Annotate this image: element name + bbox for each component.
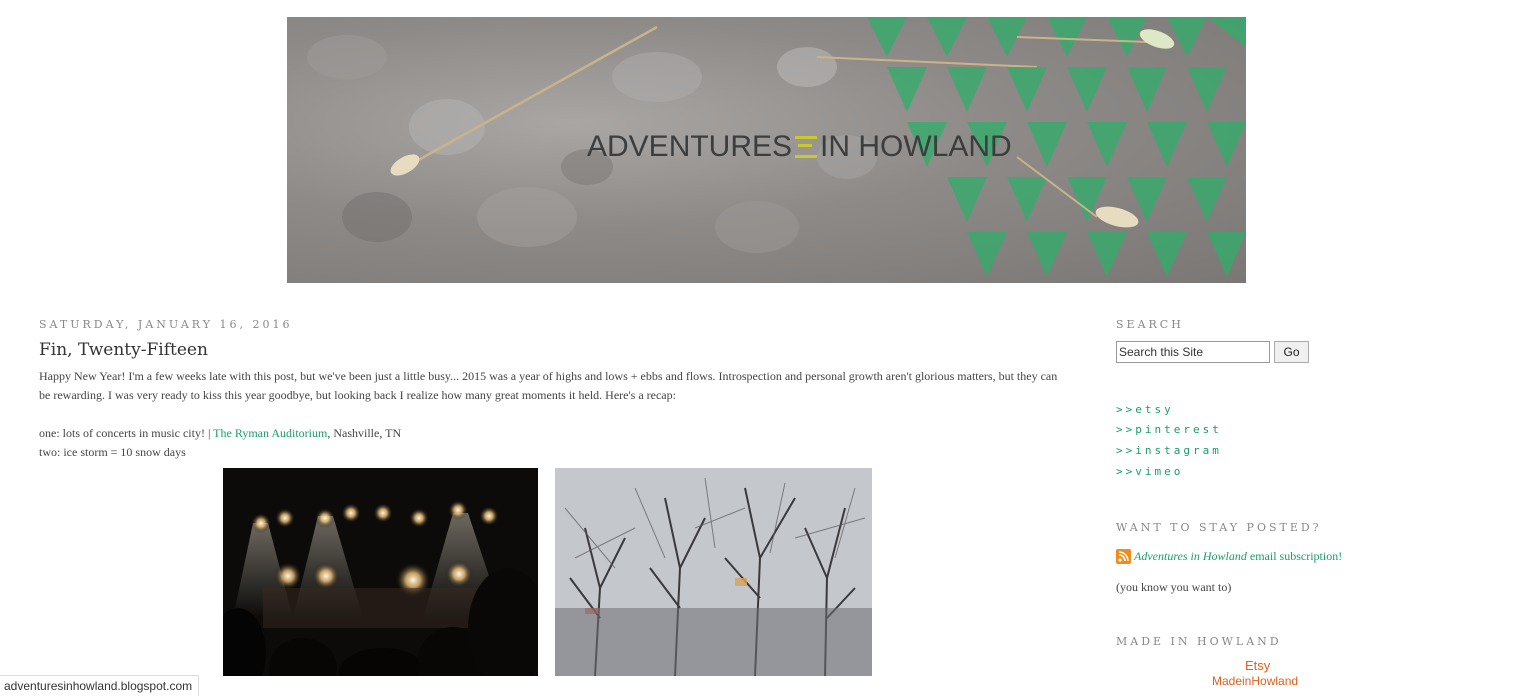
post-body: Happy New Year! I'm a few weeks late wit… <box>39 367 1059 462</box>
blog-title: ADVENTURES IN HOWLAND <box>587 127 1012 167</box>
post-title[interactable]: Fin, Twenty-Fifteen <box>39 340 208 360</box>
post-intro: Happy New Year! I'm a few weeks late wit… <box>39 369 1058 402</box>
vimeo-link[interactable]: >>vimeo <box>1116 465 1183 478</box>
etsy-shop-name[interactable]: MadeinHowland <box>1212 674 1298 688</box>
post-date: SATURDAY, JANUARY 16, 2016 <box>39 318 293 331</box>
ryman-auditorium-link[interactable]: The Ryman Auditorium <box>213 426 327 440</box>
made-in-howland-heading: MADE IN HOWLAND <box>1116 635 1282 648</box>
rss-icon <box>1116 549 1131 564</box>
recap-item-one-text: one: lots of concerts in music city! | <box>39 426 214 440</box>
blog-header-banner[interactable]: ADVENTURES IN HOWLAND <box>287 17 1246 283</box>
instagram-link[interactable]: >>instagram <box>1116 444 1222 457</box>
browser-status-bar: adventuresinhowland.blogspot.com <box>0 675 199 696</box>
arrows-logo-icon <box>795 136 818 158</box>
ice-storm-photo <box>555 468 872 676</box>
search-heading: SEARCH <box>1116 318 1184 331</box>
recap-item-two: two: ice storm = 10 snow days <box>39 445 186 459</box>
pinterest-link[interactable]: >>pinterest <box>1116 423 1222 436</box>
subscribe-text[interactable]: email subscription! <box>1247 549 1342 564</box>
email-subscription-link[interactable]: Adventures in Howland email subscription… <box>1116 549 1342 564</box>
subscribe-blog-name[interactable]: Adventures in Howland <box>1134 549 1247 564</box>
recap-item-one: one: lots of concerts in music city! | T… <box>39 424 1059 443</box>
etsy-link[interactable]: >>etsy <box>1116 403 1174 416</box>
search-input[interactable] <box>1116 341 1270 363</box>
etsy-badge-title[interactable]: Etsy <box>1245 658 1270 673</box>
snowy-trees-image <box>555 468 872 676</box>
subscribe-note: (you know you want to) <box>1116 580 1232 594</box>
blog-title-left: ADVENTURES <box>587 130 793 163</box>
concert-photo <box>223 468 538 676</box>
blog-title-right: IN HOWLAND <box>820 130 1012 163</box>
concert-stage-image <box>223 468 538 676</box>
recap-item-one-location: , Nashville, TN <box>327 426 402 440</box>
stay-posted-heading: WANT TO STAY POSTED? <box>1116 521 1322 534</box>
search-go-button[interactable]: Go <box>1274 341 1309 363</box>
